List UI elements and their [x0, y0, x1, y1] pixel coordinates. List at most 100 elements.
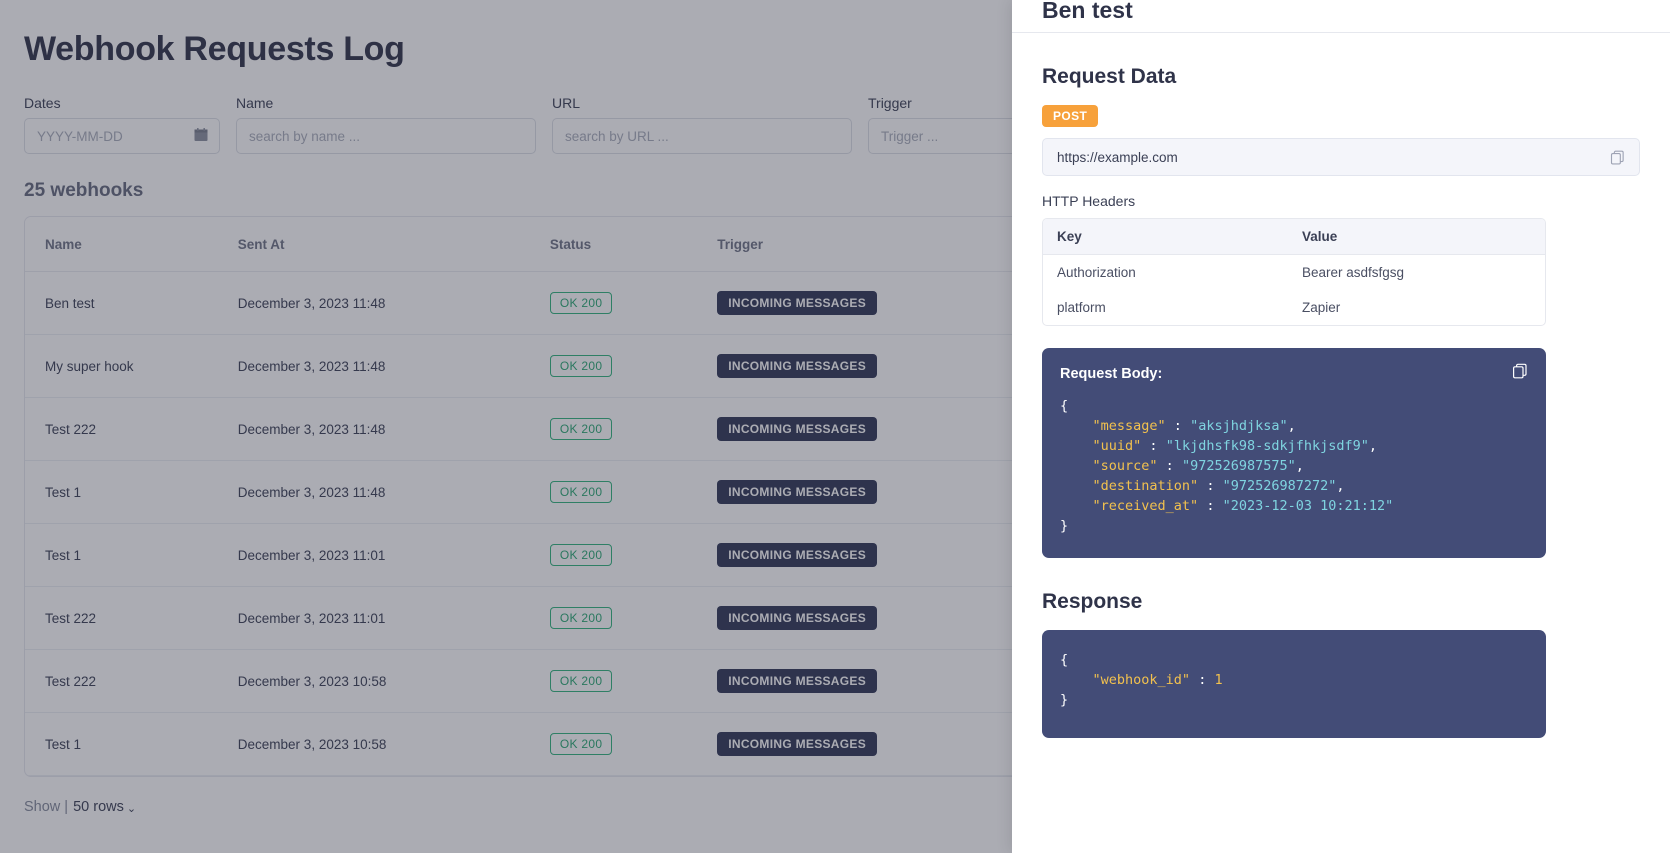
status-badge: OK 200	[549, 292, 613, 314]
copy-url-icon[interactable]	[1610, 150, 1625, 165]
status-badge: OK 200	[549, 607, 613, 629]
filter-group-url: URL search by URL ...	[552, 95, 852, 154]
drawer-title: Ben test	[1042, 0, 1133, 23]
filter-label-url: URL	[552, 95, 581, 111]
headers-thead: Key Value	[1043, 219, 1545, 255]
request-method-badge-wrap: POST	[1042, 105, 1640, 127]
th-name[interactable]: Name	[25, 217, 238, 272]
cell-name: My super hook	[25, 334, 238, 398]
trigger-badge: INCOMING MESSAGES	[717, 669, 878, 693]
trigger-badge: INCOMING MESSAGES	[717, 543, 878, 567]
response-block: { "webhook_id" : 1 }	[1042, 630, 1546, 738]
rows-per-page-select[interactable]: 50 rows ⌄	[73, 799, 136, 815]
th-status[interactable]: Status	[549, 217, 718, 272]
trigger-placeholder: Trigger ...	[881, 128, 939, 144]
filter-group-name: Name search by name ...	[236, 95, 536, 154]
http-headers-label: HTTP Headers	[1042, 193, 1136, 209]
drawer-header: Ben test	[1012, 0, 1670, 33]
header-row: platform Zapier	[1043, 290, 1545, 325]
request-method-badge: POST	[1042, 105, 1099, 127]
request-body-code: { "message" : "aksjhdjksa", "uuid" : "lk…	[1060, 398, 1394, 534]
cell-sent-at: December 3, 2023 11:48	[237, 271, 550, 335]
header-key: Authorization	[1057, 265, 1136, 280]
cell-sent-at: December 3, 2023 11:48	[237, 460, 550, 524]
cell-name: Test 1	[25, 712, 238, 776]
th-header-value: Value	[1288, 219, 1545, 255]
request-url-field[interactable]: https://example.com	[1042, 138, 1640, 176]
cell-name: Test 222	[25, 649, 238, 713]
cell-name: Test 222	[25, 586, 238, 650]
show-label: Show |	[24, 799, 69, 815]
name-placeholder: search by name ...	[249, 128, 361, 144]
trigger-badge: INCOMING MESSAGES	[717, 732, 878, 756]
cell-name: Test 222	[25, 397, 238, 461]
cell-trigger: INCOMING MESSAGES	[717, 334, 1030, 398]
trigger-badge: INCOMING MESSAGES	[717, 480, 878, 504]
request-body-block: Request Body: { "message" : "aksjhdjksa"…	[1042, 348, 1546, 558]
cell-trigger: INCOMING MESSAGES	[717, 271, 1030, 335]
header-value: Bearer asdfsfgsg	[1302, 265, 1405, 280]
url-placeholder: search by URL ...	[565, 128, 669, 144]
cell-status: OK 200	[549, 334, 718, 398]
cell-status: OK 200	[549, 397, 718, 461]
cell-trigger: INCOMING MESSAGES	[717, 460, 1030, 524]
headers-tbody: Authorization Bearer asdfsfgsg platform Zap…	[1043, 255, 1545, 326]
cell-trigger: INCOMING MESSAGES	[717, 523, 1030, 587]
name-search-input[interactable]: search by name ...	[236, 118, 536, 154]
cell-trigger: INCOMING MESSAGES	[717, 397, 1030, 461]
drawer-body: Request Data POST https://example.com HT…	[1012, 65, 1670, 738]
status-badge: OK 200	[549, 418, 613, 440]
app-root: Webhook Requests Log Dates YYYY-MM-DD Na…	[0, 0, 1670, 853]
status-badge: OK 200	[549, 544, 613, 566]
dates-input[interactable]: YYYY-MM-DD	[24, 118, 220, 154]
copy-request-body-icon[interactable]	[1512, 363, 1528, 379]
header-value: Zapier	[1302, 300, 1341, 315]
th-sent-at[interactable]: Sent At	[237, 217, 550, 272]
request-detail-drawer: Ben test Request Data POST https://examp…	[1012, 0, 1670, 853]
cell-status: OK 200	[549, 460, 718, 524]
th-trigger[interactable]: Trigger	[717, 217, 1030, 272]
filter-group-dates: Dates YYYY-MM-DD	[24, 95, 220, 154]
rows-per-page-value: 50 rows	[73, 799, 124, 815]
request-data-heading: Request Data	[1042, 65, 1177, 88]
cell-name: Ben test	[25, 271, 238, 335]
response-heading: Response	[1042, 590, 1143, 613]
cell-trigger: INCOMING MESSAGES	[717, 712, 1030, 776]
trigger-badge: INCOMING MESSAGES	[717, 417, 878, 441]
cell-name: Test 1	[25, 460, 238, 524]
cell-sent-at: December 3, 2023 10:58	[237, 712, 550, 776]
cell-sent-at: December 3, 2023 11:01	[237, 586, 550, 650]
cell-status: OK 200	[549, 271, 718, 335]
status-badge: OK 200	[549, 733, 613, 755]
dates-placeholder: YYYY-MM-DD	[37, 128, 123, 144]
cell-name: Test 1	[25, 523, 238, 587]
cell-status: OK 200	[549, 586, 718, 650]
filter-label-name: Name	[236, 95, 274, 111]
cell-status: OK 200	[549, 649, 718, 713]
headers-header-row: Key Value	[1043, 219, 1545, 255]
cell-status: OK 200	[549, 712, 718, 776]
cell-sent-at: December 3, 2023 10:58	[237, 649, 550, 713]
status-badge: OK 200	[549, 670, 613, 692]
cell-trigger: INCOMING MESSAGES	[717, 586, 1030, 650]
chevron-down-icon: ⌄	[126, 802, 137, 815]
status-badge: OK 200	[549, 355, 613, 377]
cell-trigger: INCOMING MESSAGES	[717, 649, 1030, 713]
th-header-key: Key	[1043, 219, 1288, 255]
trigger-badge: INCOMING MESSAGES	[717, 354, 878, 378]
calendar-icon[interactable]	[194, 128, 208, 145]
trigger-badge: INCOMING MESSAGES	[717, 291, 878, 315]
http-headers-table: Key Value Authorization Bearer asdfsfgsg p…	[1043, 219, 1545, 325]
header-key: platform	[1057, 300, 1106, 315]
http-headers-table-card: Key Value Authorization Bearer asdfsfgsg p…	[1042, 218, 1546, 326]
request-url-value: https://example.com	[1057, 149, 1178, 165]
cell-sent-at: December 3, 2023 11:48	[237, 397, 550, 461]
cell-sent-at: December 3, 2023 11:48	[237, 334, 550, 398]
request-body-title: Request Body:	[1060, 366, 1163, 382]
filter-label-dates: Dates	[24, 95, 61, 111]
status-badge: OK 200	[549, 481, 613, 503]
response-code: { "webhook_id" : 1 }	[1060, 652, 1223, 708]
cell-sent-at: December 3, 2023 11:01	[237, 523, 550, 587]
trigger-badge: INCOMING MESSAGES	[717, 606, 878, 630]
url-search-input[interactable]: search by URL ...	[552, 118, 852, 154]
